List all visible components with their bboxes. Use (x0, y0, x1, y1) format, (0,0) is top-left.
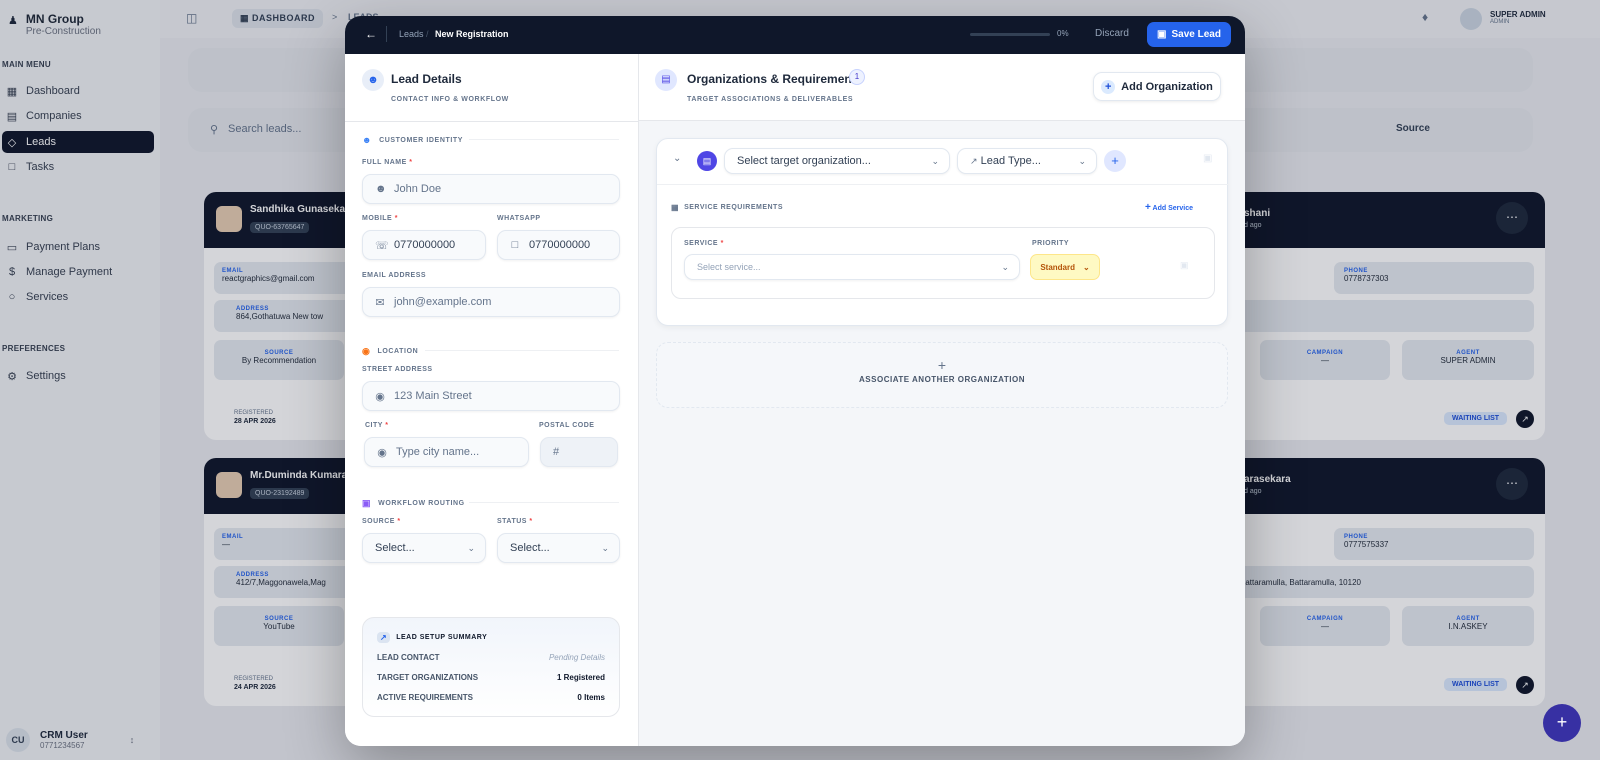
associate-organization-button[interactable]: + ASSOCIATE ANOTHER ORGANIZATION (656, 342, 1228, 408)
priority-label: PRIORITY (1032, 240, 1070, 247)
service-select[interactable]: Select service... ⌄ (684, 254, 1020, 280)
required-mark: * (397, 518, 401, 525)
plus-icon: + (1101, 79, 1116, 94)
lead-details-title: Lead Details (391, 72, 462, 86)
trash-icon[interactable]: ▣ (1203, 153, 1212, 164)
summary-title: ↗ LEAD SETUP SUMMARY (377, 632, 487, 643)
email-input[interactable]: ✉ john@example.com (362, 287, 620, 317)
summary-row: ACTIVE REQUIREMENTS 0 Items (377, 693, 605, 702)
fab-add-button[interactable]: + (1543, 704, 1581, 742)
street-label: STREET ADDRESS (362, 366, 433, 373)
divider (657, 184, 1229, 185)
divider (345, 121, 639, 122)
required-mark: * (394, 215, 398, 222)
divider (386, 26, 387, 42)
workflow-heading: ▣ WORKFLOW ROUTING (362, 498, 465, 508)
full-name-input[interactable]: ☻ John Doe (362, 174, 620, 204)
postal-label: POSTAL CODE (539, 422, 595, 429)
pin-icon: ◉ (362, 346, 371, 356)
crumb-current: New Registration (435, 29, 509, 39)
chevron-down-icon: ⌄ (1001, 261, 1009, 272)
add-lead-type-button[interactable]: + (1104, 150, 1126, 172)
required-mark: * (720, 240, 724, 247)
user-icon: ☻ (362, 135, 373, 145)
summary-row: TARGET ORGANIZATIONS 1 Registered (377, 673, 605, 682)
summary-row: LEAD CONTACT Pending Details (377, 653, 605, 662)
mobile-input[interactable]: ☏ 0770000000 (362, 230, 486, 260)
plus-icon: + (937, 357, 947, 373)
pin-icon: ◉ (377, 446, 387, 459)
organization-select[interactable]: Select target organization... ⌄ (724, 148, 950, 174)
orgs-subtitle: TARGET ASSOCIATIONS & DELIVERABLES (687, 96, 854, 103)
lead-details-subtitle: CONTACT INFO & WORKFLOW (391, 96, 509, 103)
customer-identity-heading: ☻ CUSTOMER IDENTITY (362, 135, 464, 145)
chat-icon: □ (511, 239, 519, 251)
trend-icon: ↗ (970, 156, 978, 166)
add-service-button[interactable]: + Add Service (1145, 202, 1193, 213)
email-label: EMAIL ADDRESS (362, 272, 427, 279)
priority-select[interactable]: Standard ⌄ (1030, 254, 1100, 280)
mail-icon: ✉ (375, 296, 385, 309)
location-heading: ◉ LOCATION (362, 346, 419, 356)
briefcase-icon: ▣ (362, 498, 372, 508)
user-icon: ☻ (362, 69, 384, 91)
associate-label: ASSOCIATE ANOTHER ORGANIZATION (859, 375, 1025, 384)
pin-icon: ◉ (375, 390, 385, 403)
trash-icon[interactable]: ▣ (1180, 260, 1189, 271)
chevron-down-icon: ⌄ (931, 155, 939, 166)
status-label: STATUS * (497, 518, 533, 525)
whatsapp-input[interactable]: □ 0770000000 (497, 230, 620, 260)
phone-icon: ☏ (375, 239, 389, 252)
street-input[interactable]: ◉ 123 Main Street (362, 381, 620, 411)
new-registration-modal: ← Leads / New Registration 0% Discard ▣ S… (345, 16, 1245, 746)
add-organization-button[interactable]: + Add Organization (1093, 72, 1221, 101)
org-count-badge: 1 (849, 69, 865, 85)
building-icon: ▤ (697, 151, 717, 171)
divider (469, 502, 619, 503)
chevron-down-icon: ⌄ (601, 542, 609, 553)
mobile-label: MOBILE * (362, 215, 398, 222)
postal-input[interactable]: # (540, 437, 618, 467)
divider (425, 350, 619, 351)
modal-header: ← Leads / New Registration 0% Discard ▣ S… (345, 16, 1245, 54)
plus-icon: + (1145, 202, 1151, 213)
status-select[interactable]: Select... ⌄ (497, 533, 620, 563)
service-requirements-heading: ▦ SERVICE REQUIREMENTS (671, 203, 784, 212)
service-row: SERVICE * Select service... ⌄ PRIORITY St… (671, 227, 1215, 299)
progress-track (970, 33, 1050, 36)
orgs-title: Organizations & Requirements (687, 72, 863, 86)
discard-button[interactable]: Discard (1095, 28, 1129, 39)
required-mark: * (409, 159, 413, 166)
back-arrow-icon[interactable]: ← (365, 27, 377, 41)
save-icon: ▣ (1157, 29, 1167, 40)
orgs-header: ▤ Organizations & Requirements 1 TARGET … (639, 54, 1245, 121)
progress-percent: 0% (1057, 29, 1069, 38)
divider (469, 139, 619, 140)
full-name-label: FULL NAME * (362, 159, 413, 166)
required-mark: * (385, 422, 389, 429)
city-input[interactable]: ◉ Type city name... (364, 437, 529, 467)
city-label: CITY * (365, 422, 389, 429)
lead-type-select[interactable]: ↗ Lead Type... ⌄ (957, 148, 1097, 174)
chevron-down-icon: ⌄ (1078, 155, 1086, 166)
organization-card: ⌄ ▤ Select target organization... ⌄ ↗ Lea… (656, 138, 1229, 326)
collapse-chevron-icon[interactable]: ⌄ (673, 153, 681, 164)
service-label: SERVICE * (684, 240, 724, 247)
chevron-down-icon: ⌄ (1082, 262, 1090, 272)
crumb-parent[interactable]: Leads (399, 29, 424, 39)
organizations-panel: ▤ Organizations & Requirements 1 TARGET … (639, 54, 1245, 746)
lead-details-panel: ☻ Lead Details CONTACT INFO & WORKFLOW ☻… (345, 54, 639, 746)
save-lead-button[interactable]: ▣ Save Lead (1147, 22, 1231, 47)
grid-icon: ▦ (671, 203, 680, 212)
source-label: SOURCE * (362, 518, 401, 525)
chevron-down-icon: ⌄ (467, 542, 475, 553)
whatsapp-label: WHATSAPP (497, 215, 541, 222)
source-select[interactable]: Select... ⌄ (362, 533, 486, 563)
required-mark: * (529, 518, 533, 525)
user-icon: ☻ (375, 183, 387, 195)
trend-icon: ↗ (377, 632, 391, 643)
building-icon: ▤ (655, 69, 677, 91)
lead-setup-summary: ↗ LEAD SETUP SUMMARY LEAD CONTACT Pending … (362, 617, 620, 717)
crumb-separator: / (426, 29, 429, 39)
